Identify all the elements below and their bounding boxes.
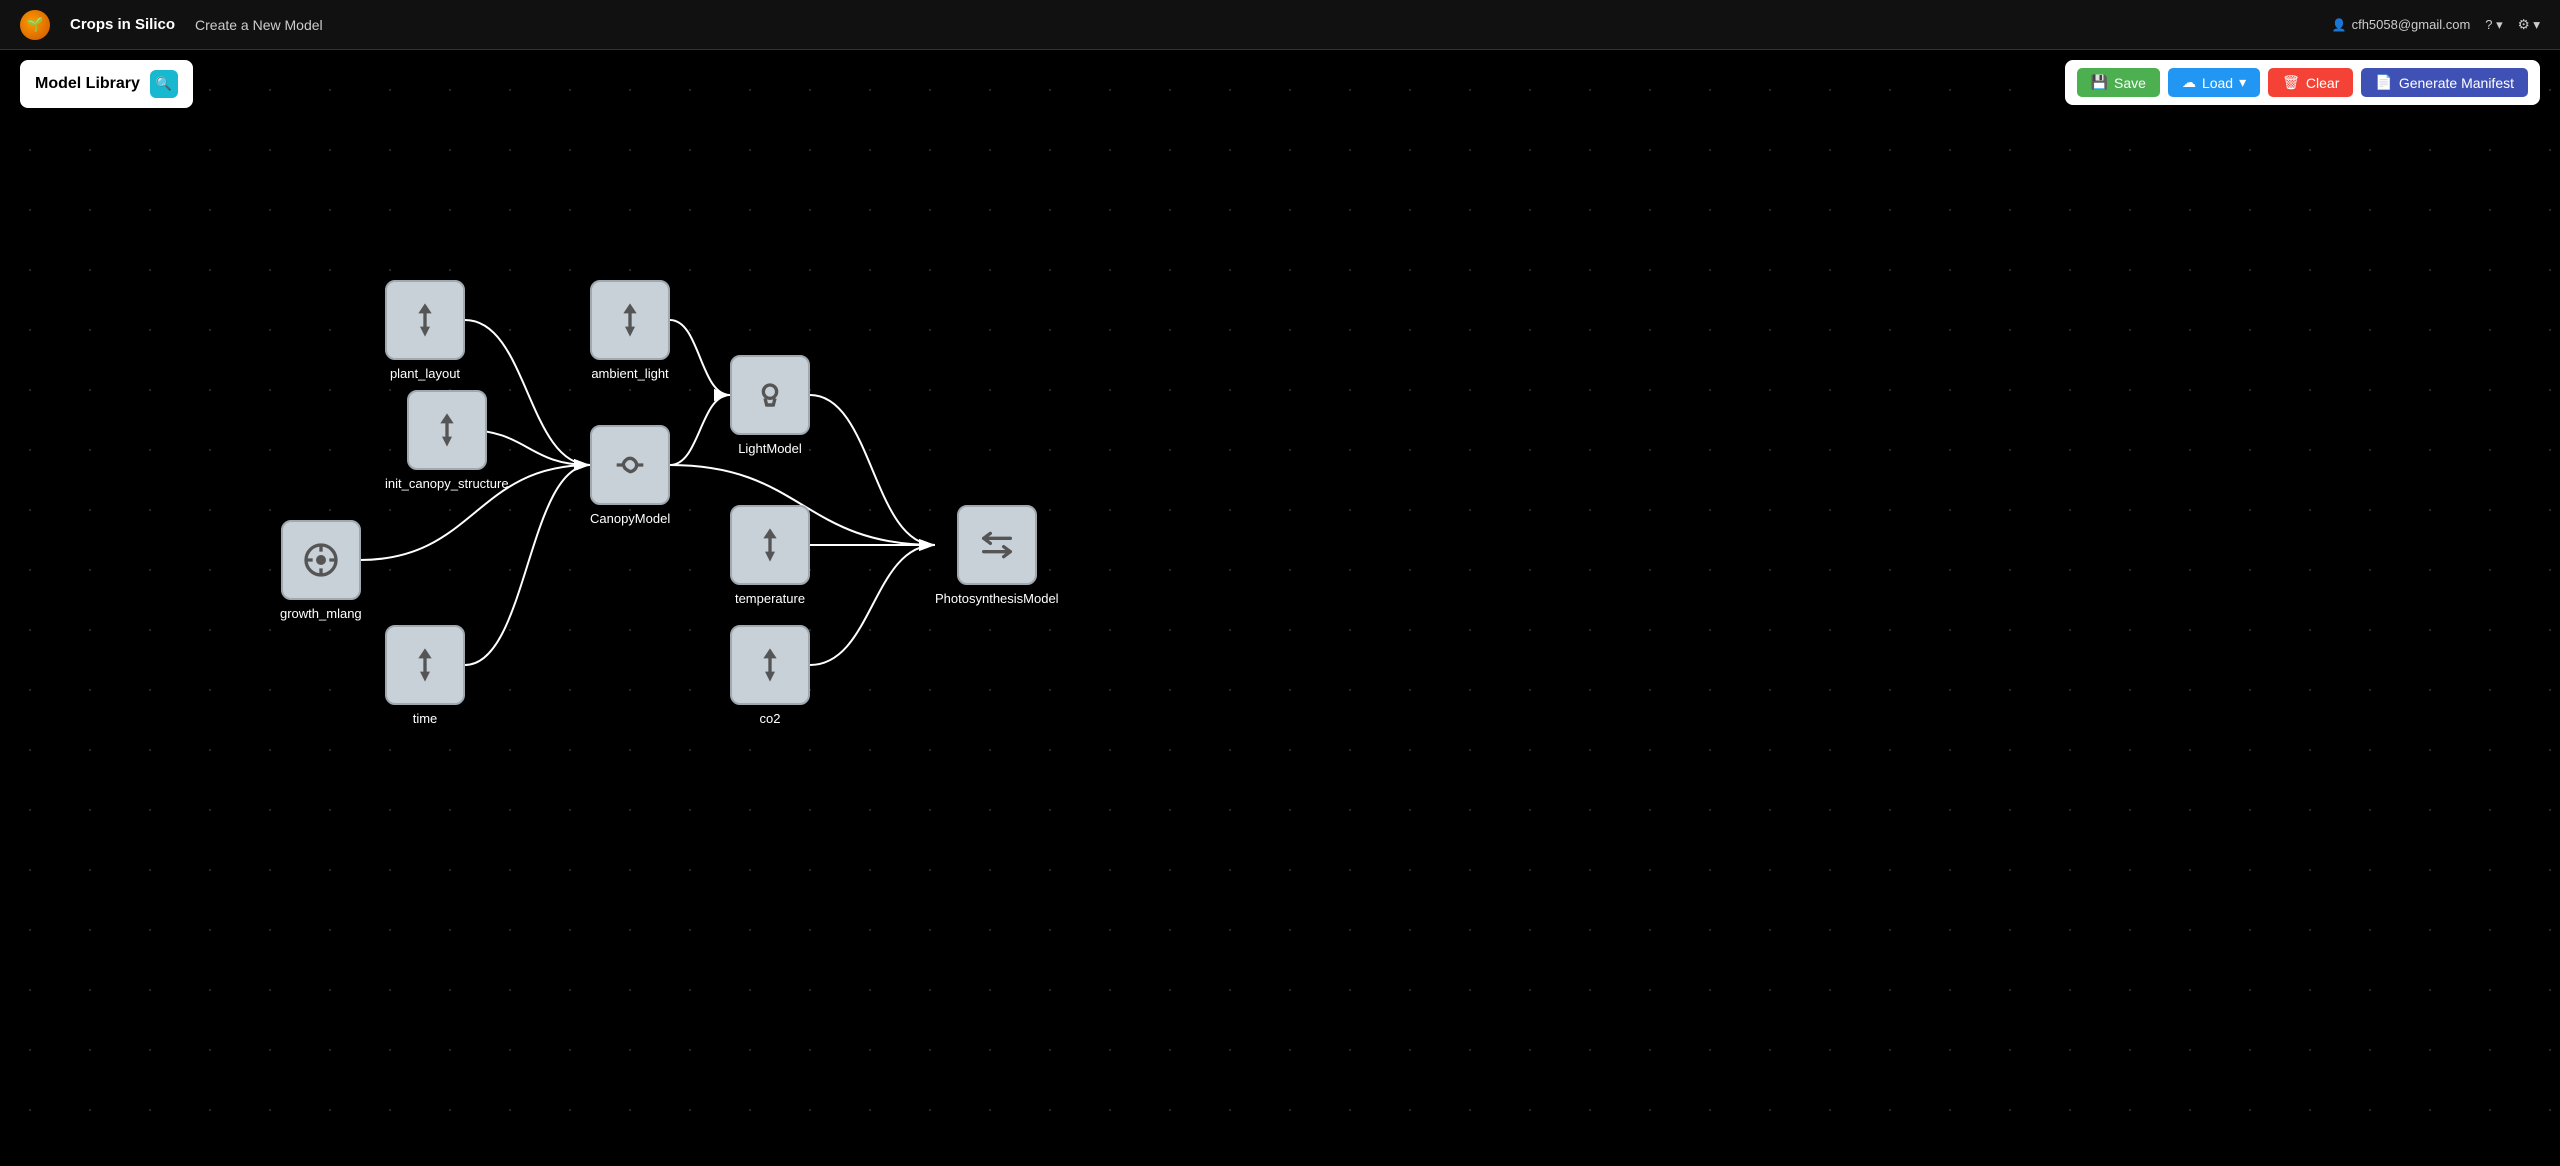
node-label-PhotosynthesisModel: PhotosynthesisModel bbox=[935, 591, 1059, 606]
node-label-plant_layout: plant_layout bbox=[390, 366, 460, 381]
save-button[interactable]: 💾 Save bbox=[2077, 68, 2160, 97]
nav-right: cfh5058@gmail.com ? ▾ ⚙ ▾ bbox=[2332, 17, 2540, 33]
node-LightModel[interactable]: LightModel bbox=[730, 355, 810, 456]
connection-time-to-CanopyModel bbox=[465, 465, 590, 665]
app-logo: 🌱 bbox=[20, 10, 50, 40]
user-email[interactable]: cfh5058@gmail.com bbox=[2332, 17, 2471, 32]
model-library-label: Model Library bbox=[35, 75, 140, 93]
node-box-ambient_light[interactable] bbox=[590, 280, 670, 360]
connection-co2-to-PhotosynthesisModel bbox=[810, 545, 935, 665]
node-label-CanopyModel: CanopyModel bbox=[590, 511, 670, 526]
node-init_canopy_structure[interactable]: init_canopy_structure bbox=[385, 390, 509, 491]
node-label-growth_mlang: growth_mlang bbox=[280, 606, 362, 621]
settings-button[interactable]: ⚙ ▾ bbox=[2518, 17, 2540, 33]
node-box-CanopyModel[interactable] bbox=[590, 425, 670, 505]
connection-LightModel-to-PhotosynthesisModel bbox=[810, 395, 935, 545]
connection-ambient_light-to-LightModel bbox=[670, 320, 730, 395]
model-library-panel: Model Library 🔍 bbox=[20, 60, 193, 108]
node-label-co2: co2 bbox=[760, 711, 781, 726]
node-label-temperature: temperature bbox=[735, 591, 805, 606]
load-icon: ☁ bbox=[2182, 74, 2196, 91]
node-label-ambient_light: ambient_light bbox=[591, 366, 668, 381]
node-box-init_canopy_structure[interactable] bbox=[407, 390, 487, 470]
node-label-init_canopy_structure: init_canopy_structure bbox=[385, 476, 509, 491]
connections-layer bbox=[0, 50, 2560, 1166]
load-label: Load bbox=[2202, 75, 2233, 91]
node-box-PhotosynthesisModel[interactable] bbox=[957, 505, 1037, 585]
app-title: Crops in Silico bbox=[70, 16, 175, 33]
clear-label: Clear bbox=[2306, 75, 2339, 91]
node-label-time: time bbox=[413, 711, 438, 726]
generate-manifest-button[interactable]: 📄 Generate Manifest bbox=[2361, 68, 2528, 97]
node-co2[interactable]: co2 bbox=[730, 625, 810, 726]
save-icon: 💾 bbox=[2091, 74, 2108, 91]
connection-CanopyModel-to-LightModel bbox=[670, 395, 730, 465]
node-growth_mlang[interactable]: growth_mlang bbox=[280, 520, 362, 621]
node-box-temperature[interactable] bbox=[730, 505, 810, 585]
node-CanopyModel[interactable]: CanopyModel bbox=[590, 425, 670, 526]
node-label-LightModel: LightModel bbox=[738, 441, 802, 456]
node-box-co2[interactable] bbox=[730, 625, 810, 705]
load-dropdown-icon: ▾ bbox=[2239, 74, 2246, 91]
load-button[interactable]: ☁ Load ▾ bbox=[2168, 68, 2260, 97]
model-library-search-button[interactable]: 🔍 bbox=[150, 70, 178, 98]
top-navigation: 🌱 Crops in Silico Create a New Model cfh… bbox=[0, 0, 2560, 50]
node-temperature[interactable]: temperature bbox=[730, 505, 810, 606]
clear-button[interactable]: 🗑 Clear bbox=[2268, 68, 2353, 97]
help-button[interactable]: ? ▾ bbox=[2485, 17, 2502, 33]
manifest-icon: 📄 bbox=[2375, 74, 2392, 91]
manifest-label: Generate Manifest bbox=[2399, 75, 2514, 91]
node-time[interactable]: time bbox=[385, 625, 465, 726]
model-canvas: plant_layout init_canopy_structure growth_… bbox=[0, 50, 2560, 1166]
node-PhotosynthesisModel[interactable]: PhotosynthesisModel bbox=[935, 505, 1059, 606]
node-box-plant_layout[interactable] bbox=[385, 280, 465, 360]
clear-icon: 🗑 bbox=[2282, 74, 2300, 91]
toolbar: 💾 Save ☁ Load ▾ 🗑 Clear 📄 Generate Manif… bbox=[2065, 60, 2540, 105]
save-label: Save bbox=[2114, 75, 2146, 91]
node-plant_layout[interactable]: plant_layout bbox=[385, 280, 465, 381]
node-box-growth_mlang[interactable] bbox=[281, 520, 361, 600]
node-box-LightModel[interactable] bbox=[730, 355, 810, 435]
node-box-time[interactable] bbox=[385, 625, 465, 705]
nav-create-model[interactable]: Create a New Model bbox=[195, 17, 323, 33]
node-ambient_light[interactable]: ambient_light bbox=[590, 280, 670, 381]
